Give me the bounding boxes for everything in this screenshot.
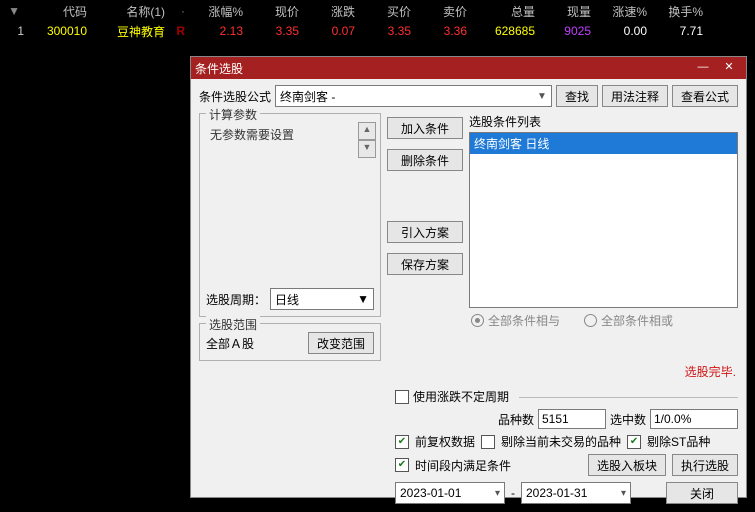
list-label: 选股条件列表 bbox=[469, 113, 738, 130]
hdr-ask[interactable]: 卖价 bbox=[415, 3, 471, 20]
cell-turn: 7.71 bbox=[651, 24, 707, 38]
date-to[interactable]: 2023-01-31▾ bbox=[521, 482, 631, 504]
close-button[interactable]: 关闭 bbox=[666, 482, 738, 504]
chk-fq-label: 前复权数据 bbox=[415, 433, 475, 450]
period-label: 选股周期： bbox=[206, 291, 266, 308]
selected-label: 选中数 bbox=[610, 411, 646, 428]
save-scheme-button[interactable]: 保存方案 bbox=[387, 253, 463, 275]
hdr-code[interactable]: 代码 bbox=[28, 3, 91, 20]
formula-value: 终南剑客 - bbox=[280, 88, 335, 105]
cell-speed: 0.00 bbox=[595, 24, 651, 38]
cell-pct: 2.13 bbox=[189, 24, 247, 38]
execute-button[interactable]: 执行选股 bbox=[672, 454, 738, 476]
formula-select[interactable]: 终南剑客 - ▼ bbox=[275, 85, 552, 107]
chk-rm-st-label: 剔除ST品种 bbox=[647, 433, 710, 450]
import-scheme-button[interactable]: 引入方案 bbox=[387, 221, 463, 243]
find-button[interactable]: 查找 bbox=[556, 85, 598, 107]
condition-dialog: 条件选股 — ✕ 条件选股公式 终南剑客 - ▼ 查找 用法注释 查看公式 计算… bbox=[190, 56, 747, 498]
hdr-diff[interactable]: 涨跌 bbox=[303, 3, 359, 20]
period-value: 日线 bbox=[275, 291, 299, 308]
cell-name: 豆神教育 bbox=[91, 23, 169, 40]
hdr-name[interactable]: 名称(1) bbox=[91, 3, 169, 20]
view-formula-button[interactable]: 查看公式 bbox=[672, 85, 738, 107]
date-sep: - bbox=[511, 486, 515, 500]
params-legend: 计算参数 bbox=[206, 106, 260, 123]
change-range-button[interactable]: 改变范围 bbox=[308, 332, 374, 354]
chk-variable-label: 使用涨跌不定周期 bbox=[413, 388, 509, 405]
chevron-down-icon: ▼ bbox=[357, 292, 369, 306]
table-header: ▼ 代码 名称(1) · 涨幅% 现价 涨跌 买价 卖价 总量 现量 涨速% 换… bbox=[0, 0, 755, 22]
cell-ask: 3.36 bbox=[415, 24, 471, 38]
list-item[interactable]: 终南剑客 日线 bbox=[470, 133, 737, 154]
add-condition-button[interactable]: 加入条件 bbox=[387, 117, 463, 139]
cell-bid: 3.35 bbox=[359, 24, 415, 38]
hdr-speed[interactable]: 涨速% bbox=[595, 3, 651, 20]
radio-icon bbox=[584, 314, 597, 327]
hdr-price[interactable]: 现价 bbox=[247, 3, 303, 20]
cell-r: R bbox=[169, 24, 189, 38]
help-button[interactable]: 用法注释 bbox=[602, 85, 668, 107]
cell-vol: 628685 bbox=[471, 24, 539, 38]
cell-idx: 1 bbox=[0, 24, 28, 38]
no-params-text: 无参数需要设置 bbox=[206, 122, 358, 278]
minimize-icon[interactable]: — bbox=[690, 60, 716, 76]
dialog-title: 条件选股 bbox=[195, 60, 690, 77]
stepper-up-icon[interactable]: ▲ bbox=[358, 122, 376, 140]
cell-code: 300010 bbox=[28, 24, 91, 38]
chevron-down-icon: ▾ bbox=[621, 488, 626, 499]
chk-timerange-label: 时间段内满足条件 bbox=[415, 457, 511, 474]
chk-timerange[interactable] bbox=[395, 458, 409, 472]
radio-and[interactable]: 全部条件相与 bbox=[471, 312, 560, 329]
kinds-value: 5151 bbox=[538, 409, 606, 429]
sort-arrow-icon: ▼ bbox=[4, 4, 24, 18]
chevron-down-icon: ▾ bbox=[495, 488, 500, 499]
chk-rm-nontrade[interactable] bbox=[481, 435, 495, 449]
delete-condition-button[interactable]: 删除条件 bbox=[387, 149, 463, 171]
chk-fq[interactable] bbox=[395, 435, 409, 449]
hdr-vol[interactable]: 总量 bbox=[471, 3, 539, 20]
date-from[interactable]: 2023-01-01▾ bbox=[395, 482, 505, 504]
param-stepper: ▲ ▼ bbox=[358, 122, 374, 278]
range-group: 选股范围 全部Ａ股 改变范围 bbox=[199, 323, 381, 361]
range-value: 全部Ａ股 bbox=[206, 335, 254, 352]
cell-nowv: 9025 bbox=[539, 24, 595, 38]
titlebar[interactable]: 条件选股 — ✕ bbox=[191, 57, 746, 79]
cell-diff: 0.07 bbox=[303, 24, 359, 38]
radio-or[interactable]: 全部条件相或 bbox=[584, 312, 673, 329]
stock-table: ▼ 代码 名称(1) · 涨幅% 现价 涨跌 买价 卖价 总量 现量 涨速% 换… bbox=[0, 0, 755, 40]
hdr-turn[interactable]: 换手% bbox=[651, 3, 707, 20]
params-group: 计算参数 无参数需要设置 ▲ ▼ 选股周期： 日线 ▼ bbox=[199, 113, 381, 317]
chk-variable-period[interactable] bbox=[395, 390, 409, 404]
kinds-label: 品种数 bbox=[498, 411, 534, 428]
hdr-nowv[interactable]: 现量 bbox=[539, 3, 595, 20]
chk-rm-nontrade-label: 剔除当前未交易的品种 bbox=[501, 433, 621, 450]
period-select[interactable]: 日线 ▼ bbox=[270, 288, 374, 310]
close-icon[interactable]: ✕ bbox=[716, 60, 742, 76]
done-message: 选股完毕. bbox=[199, 361, 738, 384]
formula-label: 条件选股公式 bbox=[199, 88, 271, 105]
selected-value: 1/0.0% bbox=[650, 409, 738, 429]
chevron-down-icon: ▼ bbox=[537, 91, 547, 102]
hdr-bid[interactable]: 买价 bbox=[359, 3, 415, 20]
range-legend: 选股范围 bbox=[206, 316, 260, 333]
table-row[interactable]: 1 300010 豆神教育 R 2.13 3.35 0.07 3.35 3.36… bbox=[0, 22, 755, 40]
stepper-down-icon[interactable]: ▼ bbox=[358, 140, 376, 158]
chk-rm-st[interactable] bbox=[627, 435, 641, 449]
hdr-idx: ▼ bbox=[0, 4, 28, 18]
cell-price: 3.35 bbox=[247, 24, 303, 38]
hdr-pct[interactable]: 涨幅% bbox=[189, 3, 247, 20]
to-block-button[interactable]: 选股入板块 bbox=[588, 454, 666, 476]
hdr-dot: · bbox=[169, 4, 189, 18]
condition-list[interactable]: 终南剑客 日线 bbox=[469, 132, 738, 308]
radio-icon bbox=[471, 314, 484, 327]
